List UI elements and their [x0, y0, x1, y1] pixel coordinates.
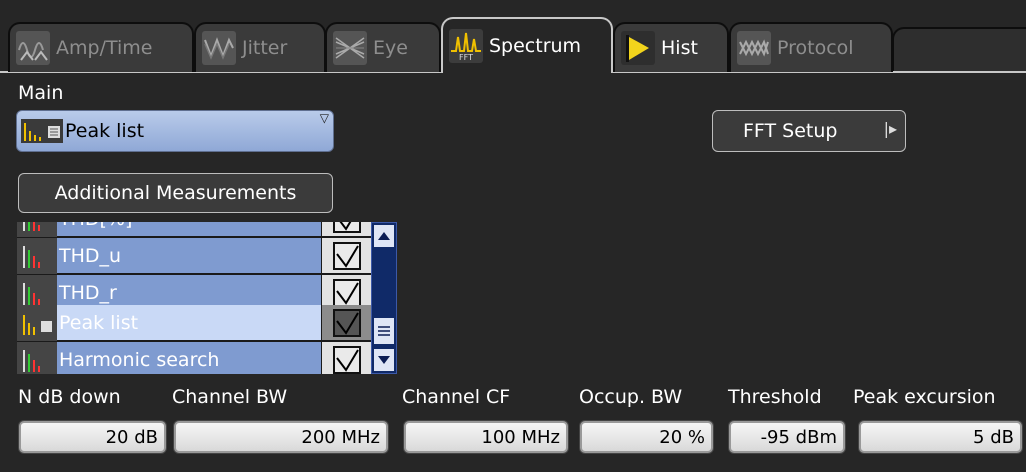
main-measurement-select[interactable]: Peak list ▽ [16, 110, 334, 152]
scroll-up-arrow-icon[interactable] [374, 225, 394, 247]
harmonic-icon [17, 222, 57, 237]
tab-protocol[interactable]: Protocol [729, 22, 893, 72]
list-item[interactable]: THD_u [17, 238, 371, 274]
harmonic-icon [17, 342, 57, 374]
list-item-name: THD_u [57, 238, 321, 274]
amp-time-icon [16, 31, 50, 65]
submenu-arrow-icon: |▸ [883, 119, 897, 138]
threshold-value: -95 dBm [760, 426, 837, 448]
tab-label: Eye [373, 37, 408, 59]
channel-cf-label: Channel CF [402, 386, 511, 408]
n-db-down-label: N dB down [18, 386, 121, 408]
main-select-value: Peak list [65, 120, 145, 142]
additional-measurements-button[interactable]: Additional Measurements [18, 173, 333, 213]
list-item-checkbox[interactable] [321, 238, 371, 274]
threshold-field[interactable]: -95 dBm [729, 421, 845, 453]
tab-hist[interactable]: Hist [613, 22, 729, 72]
fft-spectrum-icon: FFT [449, 29, 483, 63]
jitter-icon [202, 31, 236, 65]
peak-list-icon [17, 305, 57, 341]
channel-cf-value: 100 MHz [481, 426, 560, 448]
n-db-down-value: 20 dB [105, 426, 158, 448]
list-item-checkbox[interactable] [321, 222, 371, 237]
list-item-selected[interactable]: Peak list [17, 305, 371, 341]
tab-bar: Amp/Time Jitter Eye FFT Spectrum Hist Pr… [0, 0, 1026, 73]
histogram-flag-icon [621, 31, 655, 65]
main-label: Main [18, 82, 64, 104]
occupied-bw-value: 20 % [659, 426, 705, 448]
channel-bw-field[interactable]: 200 MHz [174, 421, 388, 453]
list-item-checkbox[interactable] [321, 305, 371, 341]
peak-excursion-label: Peak excursion [853, 386, 996, 408]
scroll-thumb[interactable] [374, 318, 394, 344]
peak-excursion-value: 5 dB [973, 426, 1014, 448]
tab-label: Jitter [242, 37, 288, 59]
n-db-down-field[interactable]: 20 dB [19, 421, 166, 453]
list-item-name: Harmonic search [57, 342, 321, 374]
list-scrollbar[interactable] [371, 222, 397, 374]
threshold-label: Threshold [728, 386, 822, 408]
additional-measurements-label: Additional Measurements [54, 182, 297, 204]
harmonic-icon [17, 238, 57, 274]
measurement-dialog: Amp/Time Jitter Eye FFT Spectrum Hist Pr… [0, 0, 1026, 472]
scroll-down-arrow-icon[interactable] [374, 349, 394, 371]
channel-bw-label: Channel BW [172, 386, 288, 408]
occupied-bw-field[interactable]: 20 % [580, 421, 713, 453]
eye-diagram-icon [333, 31, 367, 65]
tab-spectrum[interactable]: FFT Spectrum [441, 17, 613, 73]
channel-cf-field[interactable]: 100 MHz [404, 421, 568, 453]
tab-label: Spectrum [489, 35, 582, 57]
tab-label: Amp/Time [56, 37, 153, 59]
channel-bw-value: 200 MHz [301, 426, 380, 448]
list-item[interactable]: THD[%] [17, 222, 371, 237]
peak-excursion-field[interactable]: 5 dB [859, 421, 1022, 453]
occupied-bw-label: Occup. BW [579, 386, 683, 408]
list-item-name: Peak list [57, 305, 321, 341]
list-item-name: THD[%] [57, 222, 321, 237]
list-item[interactable]: Harmonic search [17, 342, 371, 374]
tab-amp-time[interactable]: Amp/Time [8, 22, 194, 72]
tab-label: Hist [661, 37, 698, 59]
list-item-checkbox[interactable] [321, 342, 371, 374]
tab-bar-filler [892, 27, 1026, 72]
peak-list-icon [21, 119, 63, 143]
fft-setup-label: FFT Setup [743, 120, 838, 142]
fft-setup-button[interactable]: FFT Setup |▸ [712, 110, 906, 152]
tab-eye[interactable]: Eye [325, 22, 441, 72]
measurement-list[interactable]: THD[%] THD_u THD_r [17, 222, 371, 374]
fft-icon-caption: FFT [459, 52, 473, 62]
dropdown-triangle-icon: ▽ [319, 111, 329, 125]
protocol-icon [737, 31, 771, 65]
tab-label: Protocol [777, 37, 854, 59]
tab-jitter[interactable]: Jitter [194, 22, 326, 72]
